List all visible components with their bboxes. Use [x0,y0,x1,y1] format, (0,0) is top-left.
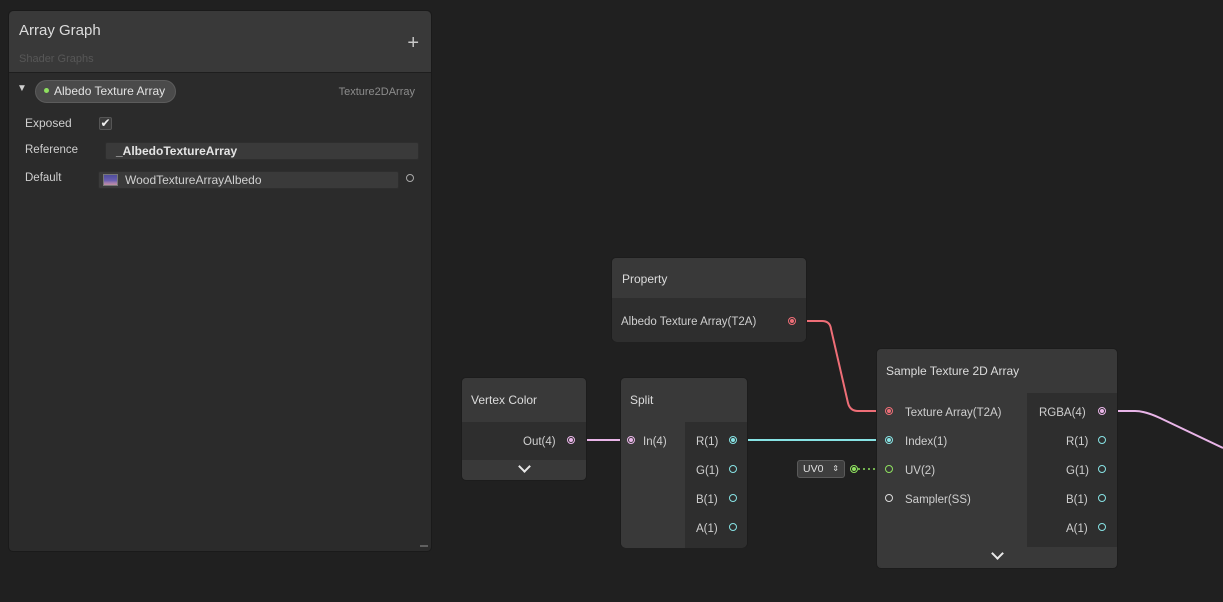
vertex-color-node[interactable]: Vertex Color Out(4) [461,377,587,481]
port-label: Sampler(SS) [905,494,971,506]
r-output-port[interactable] [1098,436,1106,444]
node-title: Split [630,393,654,407]
split-b-port[interactable] [729,494,737,502]
port-label: Index(1) [905,436,948,448]
port-label: R(1) [1066,436,1089,448]
edge-rgba-out [1108,410,1223,449]
index-input-port[interactable] [885,436,893,444]
node-title: Vertex Color [471,393,538,407]
b-output-port[interactable] [1098,494,1106,502]
g-output-port[interactable] [1098,465,1106,473]
port-label: Albedo Texture Array(T2A) [621,316,757,328]
texture-array-input-port[interactable] [885,407,893,415]
collapse-button[interactable] [462,460,586,480]
split-g-port[interactable] [729,465,737,473]
port-label: B(1) [696,494,718,506]
sampler-input-port[interactable] [885,494,893,502]
uv-field-port[interactable] [850,465,858,473]
node-title: Property [622,272,668,286]
uv-input-port[interactable] [885,465,893,473]
rgba-output-port[interactable] [1098,407,1106,415]
property-node[interactable]: Property Albedo Texture Array(T2A) [611,257,807,342]
sample-texture-2d-array-node[interactable]: Sample Texture 2D Array Texture Array(T2… [876,348,1118,569]
chevron-down-icon [990,547,1004,560]
port-label: G(1) [1066,465,1089,477]
port-label: Texture Array(T2A) [905,407,1002,419]
split-node[interactable]: Split In(4) R(1) G(1) B(1) A(1) [620,377,748,548]
node-title: Sample Texture 2D Array [886,364,1020,378]
a-output-port[interactable] [1098,523,1106,531]
split-r-port[interactable] [729,436,737,444]
port-label: A(1) [1066,523,1088,535]
port-label: Out(4) [523,436,556,448]
port-label: G(1) [696,465,719,477]
split-in-port[interactable] [627,436,635,444]
port-label: R(1) [696,436,719,448]
split-a-port[interactable] [729,523,737,531]
port-label: B(1) [1066,494,1088,506]
vertex-color-out-port[interactable] [567,436,575,444]
collapse-button[interactable] [877,547,1117,567]
port-label: A(1) [696,523,718,535]
edge-property-to-texture-array [798,320,888,412]
port-label: In(4) [643,436,667,448]
chevron-down-icon [517,460,531,473]
uv-channel-value: UV0 [803,463,824,475]
property-output-port[interactable] [788,317,796,325]
dropdown-arrows-icon: ⇕ [832,464,839,473]
port-label: UV(2) [905,465,936,477]
uv-channel-dropdown[interactable]: UV0 ⇕ [797,460,845,478]
port-label: RGBA(4) [1039,407,1086,419]
